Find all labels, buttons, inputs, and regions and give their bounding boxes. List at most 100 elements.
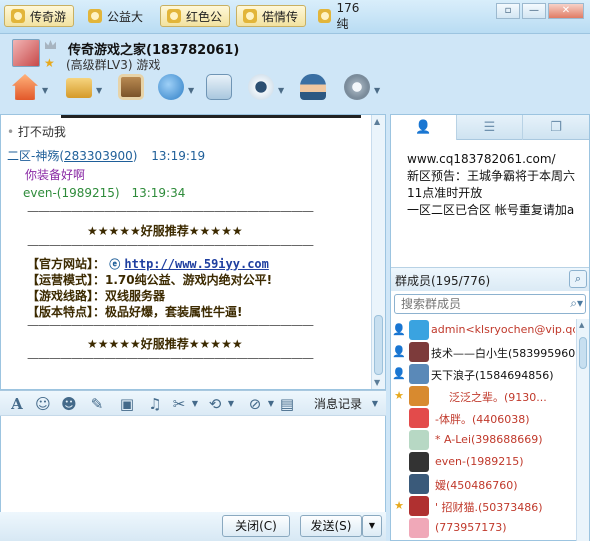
side-panel: 👤 ☰ ❐ www.cq183782061.com/ 新区预告：王城争霸将于本周… <box>390 114 590 541</box>
divider <box>61 115 361 118</box>
chat-message: • 打不动我 <box>7 125 66 139</box>
avatar <box>409 386 429 406</box>
avatar <box>409 320 429 340</box>
message-time: 13:19:34 <box>131 186 186 200</box>
tab-label: 红色公 <box>186 9 223 24</box>
scroll-thumb[interactable] <box>374 315 383 375</box>
music-icon[interactable]: ♫ <box>146 395 164 413</box>
doodle-icon[interactable]: ✎ <box>88 395 106 413</box>
ad-divider: —————————————————————————— <box>27 351 314 365</box>
ad-row-mode: 【运营模式】：1.70纯公益、游戏内绝对公平! <box>27 273 273 287</box>
voice-icon[interactable] <box>158 74 184 100</box>
group-tab-icon <box>11 9 25 23</box>
website-link[interactable]: http://www.59iyy.com <box>124 257 269 271</box>
scroll-up-icon[interactable]: ▲ <box>374 117 380 126</box>
ad-row-website: 【官方网站】： ⓔ http://www.59iyy.com <box>27 255 269 272</box>
chat-message-header: 二区-神殇(283303900) 13:19:19 <box>7 147 205 164</box>
member-row[interactable]: * A-Lei(398688669) <box>391 429 575 451</box>
message-time: 13:19:19 <box>151 149 206 163</box>
members-header: 群成员(195/776) ⌕ <box>391 267 589 291</box>
gear-icon[interactable] <box>344 74 370 100</box>
folder-icon[interactable] <box>66 78 92 98</box>
scroll-up-icon[interactable]: ▲ <box>579 321 584 329</box>
home-icon[interactable] <box>12 74 38 100</box>
member-role-icon: 👤 <box>392 323 406 336</box>
tab-group-2[interactable]: 公益大 <box>82 5 152 27</box>
notes-icon[interactable] <box>206 74 232 100</box>
ad-divider: —————————————————————————— <box>27 204 314 218</box>
ad-title: ★★★★★好服推荐★★★★★ <box>87 337 243 351</box>
member-row[interactable]: -体胖。(4406038) <box>391 407 575 429</box>
search-dropdown-icon[interactable]: ⌕▾ <box>570 296 583 311</box>
close-window-button[interactable]: ✕ <box>548 3 584 19</box>
member-role-icon <box>392 411 406 425</box>
avatar <box>409 430 429 450</box>
notice-line: 新区预告：王城争霸将于本周六 <box>407 169 576 183</box>
group-header: ★ 传奇游戏之家(183782061) (高级群LV3) 游戏 <box>0 34 590 74</box>
chevron-down-icon[interactable]: ▼ <box>188 86 194 95</box>
tab-windows[interactable]: ❐ <box>523 115 589 140</box>
member-row[interactable]: 👤 admin<klsryochen@vip.qq.... <box>391 319 575 341</box>
search-icon[interactable]: ⌕ <box>569 270 587 288</box>
sender-id-link[interactable]: 283303900 <box>64 149 133 163</box>
chevron-down-icon[interactable]: ▼ <box>374 86 380 95</box>
message-text: 你装备好啊 <box>25 168 86 182</box>
emoji-icon[interactable]: ☺ <box>34 395 52 413</box>
magic-face-icon[interactable]: ☻ <box>60 395 78 413</box>
minimize-button[interactable]: — <box>522 3 546 19</box>
message-history-link[interactable]: 消息记录 <box>314 395 362 412</box>
history-icon[interactable]: ▤ <box>278 395 296 413</box>
chat-scrollbar[interactable]: ▲ ▼ <box>371 115 385 389</box>
chevron-down-icon[interactable]: ▼ <box>222 395 240 413</box>
chevron-down-icon[interactable]: ▼ <box>186 395 204 413</box>
group-avatar[interactable] <box>12 39 40 67</box>
member-scrollbar[interactable]: ▲ <box>576 319 589 541</box>
webcam-icon[interactable] <box>248 74 274 100</box>
message-input[interactable] <box>0 416 386 512</box>
tab-group-3[interactable]: 红色公 <box>160 5 230 27</box>
member-search-box[interactable]: ⌕▾ <box>394 294 586 314</box>
member-row[interactable]: (773957173) <box>391 517 575 539</box>
send-button[interactable]: 发送(S) <box>300 515 362 537</box>
tab-group-1[interactable]: 传奇游 <box>4 5 74 27</box>
member-search-input[interactable] <box>395 295 545 313</box>
album-icon[interactable] <box>118 74 144 100</box>
send-options-button[interactable]: ▼ <box>362 515 382 537</box>
group-subtitle: (高级群LV3) 游戏 <box>66 58 161 72</box>
chat-history[interactable]: • 打不动我 二区-神殇(283303900) 13:19:19 你装备好啊 e… <box>0 114 386 390</box>
member-row[interactable]: even-(1989215) <box>391 451 575 473</box>
chevron-down-icon[interactable]: ▼ <box>366 395 384 413</box>
avatar <box>409 452 429 472</box>
member-role-icon <box>392 477 406 491</box>
member-role-icon <box>392 455 406 469</box>
member-row[interactable]: 嫒(450486760) <box>391 473 575 495</box>
image-icon[interactable]: ▣ <box>118 395 136 413</box>
close-button[interactable]: 关闭(C) <box>222 515 290 537</box>
tab-label: 偌情传 <box>262 9 299 24</box>
member-row[interactable]: 👤 技术——白小生(583995960) <box>391 341 575 363</box>
tab-group-4[interactable]: 偌情传 <box>236 5 306 27</box>
member-list: 👤 admin<klsryochen@vip.qq.... 👤 技术——白小生(… <box>391 319 575 541</box>
crown-icon <box>45 40 56 49</box>
font-icon[interactable]: A <box>8 395 26 413</box>
admin-icon[interactable] <box>300 74 326 100</box>
tab-group-5[interactable]: 176纯 <box>312 1 376 31</box>
sender-name: 二区-神殇( <box>7 149 65 163</box>
tab-list[interactable]: ☰ <box>457 115 523 140</box>
chat-message-header: even-(1989215) 13:19:34 <box>23 186 185 200</box>
member-role-icon: 👤 <box>392 345 406 358</box>
member-row[interactable]: ★ 泛泛之辈。(9130... <box>391 385 575 407</box>
member-role-icon <box>392 433 406 447</box>
chevron-down-icon[interactable]: ▼ <box>278 86 284 95</box>
scroll-down-icon[interactable]: ▼ <box>374 378 380 387</box>
chevron-down-icon[interactable]: ▼ <box>42 86 48 95</box>
member-row[interactable]: ★ ' 招财猫.(50373486) <box>391 495 575 517</box>
restore-button[interactable]: ▫ <box>496 3 520 19</box>
tab-members[interactable]: 👤 <box>391 115 457 140</box>
member-name: 天下浪子(1584694856) <box>431 369 554 382</box>
edit-toolbar: A ☺ ☻ ✎ ▣ ♫ ✂ ▼ ⟲ ▼ ⊘ ▼ ▤ 消息记录 ▼ <box>0 390 386 416</box>
scroll-thumb[interactable] <box>579 337 587 369</box>
member-row[interactable]: 👤 天下浪子(1584694856) <box>391 363 575 385</box>
chevron-down-icon[interactable]: ▼ <box>96 86 102 95</box>
member-role-icon: ★ <box>394 499 404 512</box>
